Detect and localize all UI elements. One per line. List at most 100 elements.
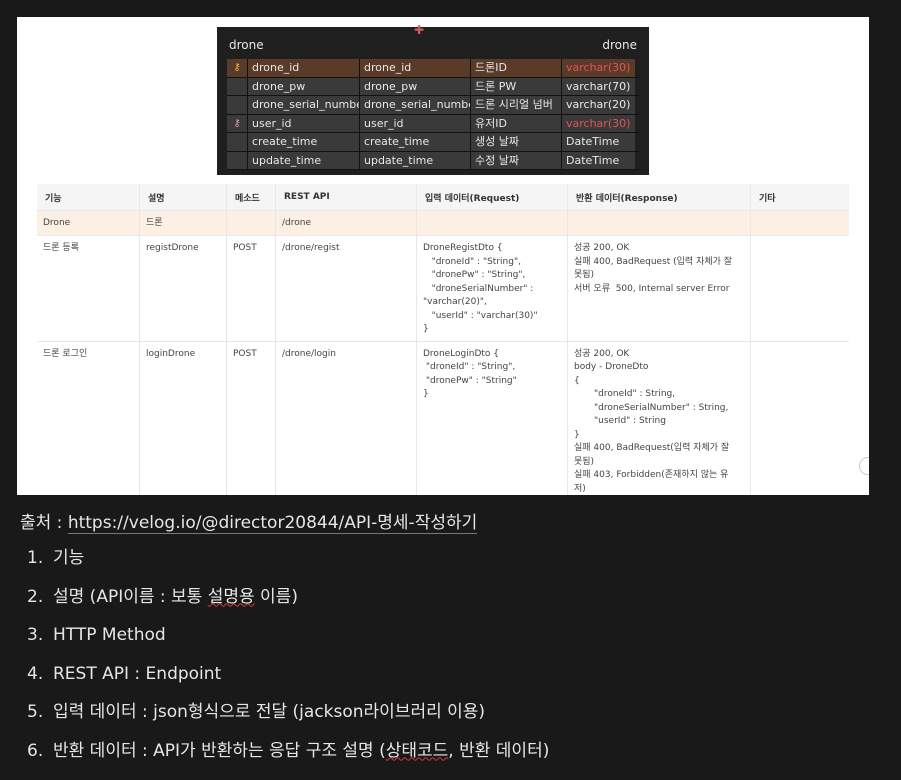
group-req (416, 210, 568, 236)
korean-name: 드론ID (471, 59, 562, 77)
erd-row: drone_serial_number drone_serial_number 드론… (227, 96, 639, 115)
source-link[interactable]: https://velog.io/@director20844/API-명세-작… (67, 513, 478, 534)
api-group-row: Drone 드론 /drone (37, 210, 849, 236)
etc-cell (750, 235, 849, 341)
logical-name: create_time (360, 133, 471, 151)
caption-label: 출처 : (20, 513, 68, 533)
desc-cell: loginDrone (139, 340, 227, 495)
erd-columns: ⚷ drone_id drone_id 드론ID varchar(30) drone_pw… (227, 59, 639, 170)
col-rest: REST API (275, 184, 417, 211)
key-cell (227, 151, 248, 169)
list-item: 6. 반환 데이터 : API가 반환하는 응답 구조 설명 (상태코드, 반환 … (27, 732, 549, 771)
erd-title-right: drone (602, 38, 637, 52)
korean-name: 생성 날짜 (471, 133, 562, 151)
key-cell (227, 96, 248, 114)
data-type: varchar(30) (562, 114, 635, 132)
col-method: 메소드 (226, 184, 276, 211)
list-text: 기능 (53, 548, 85, 568)
foreign-key-icon: ⚷ (227, 114, 248, 132)
list-text: 설명용 (207, 586, 255, 607)
group-etc (750, 210, 849, 236)
list-number: 3. (27, 625, 44, 645)
col-request: 입력 데이터(Request) (416, 184, 568, 211)
list-text: , 반환 데이터) (448, 740, 550, 761)
list-item: 2. 설명 (API이름 : 보통 설명용 이름) (27, 578, 549, 617)
col-func: 기능 (37, 184, 140, 211)
erd-table-drone: ✚ drone drone ⚷ drone_id drone_id 드론ID varch… (217, 23, 649, 175)
list-number: 5. (27, 702, 44, 722)
data-type: varchar(20) (562, 96, 635, 114)
path-cell: /drone/regist (275, 235, 417, 341)
response-cell: 성공 200, OK body - DroneDto { "droneId" :… (567, 340, 751, 495)
api-row: 드론 로그인 loginDrone POST/drone/login DroneLog… (37, 340, 849, 495)
col-etc: 기타 (750, 184, 849, 211)
api-spec-table: 기능 설명 메소드 REST API 입력 데이터(Request) 반환 데이… (37, 184, 849, 495)
primary-key-icon: ⚷ (227, 59, 248, 77)
erd-row: ⚷ user_id user_id 유저ID varchar(30) (227, 114, 639, 133)
list-item: 1. 기능 (27, 539, 549, 578)
response-cell: 성공 200, OK 실패 400, BadRequest (입력 자체가 잘 … (567, 235, 751, 341)
group-method (226, 210, 276, 236)
api-row: 드론 등록 registDrone POST/drone/regist DroneRe… (37, 235, 849, 341)
list-text: 상태코드 (385, 740, 449, 761)
method-cell: POST (226, 235, 276, 341)
key-cell (227, 77, 248, 95)
col-response: 반환 데이터(Response) (567, 184, 751, 211)
group-res (567, 210, 751, 236)
list-text: 반환 데이터 : API가 반환하는 응답 구조 설명 ( (53, 740, 386, 761)
key-cell (227, 133, 248, 151)
scroll-handle[interactable] (859, 457, 869, 475)
erd-row: drone_pw drone_pw 드론 PW varchar(70) (227, 77, 639, 96)
list-item: 3. HTTP Method (27, 616, 549, 655)
source-caption: 출처 : https://velog.io/@director20844/API… (20, 508, 478, 534)
list-text: 입력 데이터 : json형식으로 전달 (jackson라이브러리 이용) (53, 702, 486, 722)
list-text: HTTP Method (53, 625, 166, 645)
physical-name: create_time (248, 133, 360, 151)
erd-header: drone drone (217, 35, 649, 55)
request-cell: DroneRegistDto { "droneId" : "String", "… (416, 235, 568, 341)
list-item: 5. 입력 데이터 : json형식으로 전달 (jackson라이브러리 이용) (27, 693, 549, 732)
logical-name: update_time (360, 151, 471, 169)
group-desc: 드론 (139, 210, 227, 236)
erd-row: ⚷ drone_id drone_id 드론ID varchar(30) (227, 59, 639, 78)
data-type: DateTime (562, 151, 635, 169)
erd-row: update_time update_time 수정 날짜 DateTime (227, 151, 639, 170)
korean-name: 수정 날짜 (471, 151, 562, 169)
physical-name: drone_pw (248, 77, 360, 95)
logical-name: user_id (360, 114, 471, 132)
logical-name: drone_pw (360, 77, 471, 95)
list-text: 설명 (API이름 : 보통 (53, 586, 208, 607)
etc-cell (750, 340, 849, 495)
feature-list: 1. 기능 2. 설명 (API이름 : 보통 설명용 이름) 3. HTTP Metho… (27, 539, 549, 770)
col-desc: 설명 (139, 184, 227, 211)
group-path: /drone (275, 210, 417, 236)
path-cell: /drone/login (275, 340, 417, 495)
desc-cell: registDrone (139, 235, 227, 341)
korean-name: 드론 PW (471, 77, 562, 95)
list-item: 4. REST API : Endpoint (27, 655, 549, 694)
list-text: 이름) (254, 586, 298, 607)
logical-name: drone_id (360, 59, 471, 77)
data-type: varchar(30) (562, 59, 635, 77)
embedded-screenshot: ✚ drone drone ⚷ drone_id drone_id 드론ID varch… (17, 17, 869, 495)
request-cell: DroneLoginDto { "droneId" : "String", "d… (416, 340, 568, 495)
func-cell: 드론 로그인 (37, 340, 140, 495)
physical-name: update_time (248, 151, 360, 169)
list-text: REST API : Endpoint (53, 663, 222, 684)
list-number: 4. (27, 663, 44, 684)
logical-name: drone_serial_number (360, 96, 471, 114)
physical-name: user_id (248, 114, 360, 132)
physical-name: drone_id (248, 59, 360, 77)
erd-title-left: drone (229, 38, 264, 52)
list-number: 2. (27, 586, 44, 607)
api-header-row: 기능 설명 메소드 REST API 입력 데이터(Request) 반환 데이… (37, 184, 849, 211)
method-cell: POST (226, 340, 276, 495)
korean-name: 유저ID (471, 114, 562, 132)
korean-name: 드론 시리얼 넘버 (471, 96, 562, 114)
erd-row: create_time create_time 생성 날짜 DateTime (227, 133, 639, 152)
data-type: varchar(70) (562, 77, 635, 95)
func-cell: 드론 등록 (37, 235, 140, 341)
data-type: DateTime (562, 133, 635, 151)
group-func: Drone (37, 210, 140, 236)
physical-name: drone_serial_number (248, 96, 360, 114)
